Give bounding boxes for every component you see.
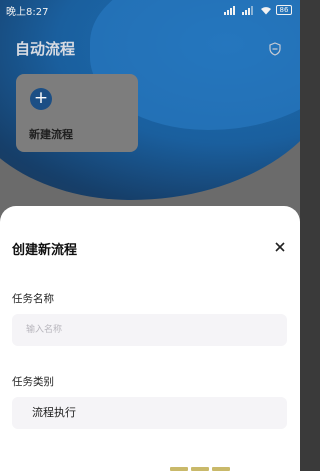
close-icon[interactable] bbox=[274, 241, 286, 253]
battery-icon: 86 bbox=[276, 5, 292, 15]
signal-icon-2 bbox=[242, 5, 253, 15]
bottom-hint-bars bbox=[170, 467, 230, 471]
task-name-label: 任务名称 bbox=[12, 293, 54, 305]
status-time: 晚上8:27 bbox=[6, 6, 49, 18]
status-icons: 86 bbox=[224, 5, 292, 15]
shield-icon[interactable] bbox=[268, 42, 282, 56]
status-bar: 晚上8:27 86 bbox=[0, 0, 300, 20]
app-screen: 晚上8:27 86 自动流程 + 新建流程 创建新流程 任务名称 输入名称 任务… bbox=[0, 0, 300, 471]
hint-bar bbox=[191, 467, 209, 471]
new-flow-card[interactable]: + 新建流程 bbox=[16, 74, 138, 152]
plus-icon: + bbox=[30, 88, 52, 110]
new-flow-label: 新建流程 bbox=[29, 128, 73, 141]
create-flow-sheet: 创建新流程 任务名称 任务类别 流程执行 bbox=[0, 206, 300, 471]
page-title: 自动流程 bbox=[15, 40, 76, 58]
sheet-title: 创建新流程 bbox=[12, 243, 78, 258]
task-name-input[interactable] bbox=[12, 314, 287, 346]
hint-bar bbox=[170, 467, 188, 471]
task-type-label: 任务类别 bbox=[12, 376, 54, 388]
hint-bar bbox=[212, 467, 230, 471]
task-type-select[interactable]: 流程执行 bbox=[12, 397, 287, 429]
wifi-icon bbox=[261, 6, 271, 14]
signal-icon bbox=[224, 5, 235, 15]
